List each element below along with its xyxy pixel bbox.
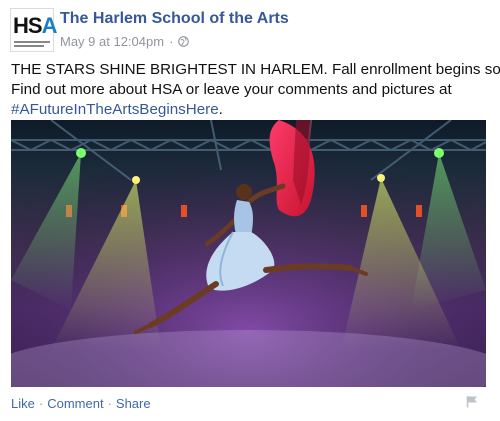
logo-tagline-line [14, 45, 44, 47]
globe-icon[interactable] [178, 36, 190, 47]
page-name-link[interactable]: The Harlem School of the Arts [60, 10, 289, 28]
facebook-post: HSA The Harlem School of the Arts May 9 … [0, 0, 500, 421]
hsa-logo: HSA [13, 13, 57, 38]
flag-icon[interactable] [466, 395, 478, 408]
post-timestamp[interactable]: May 9 at 12:04pm [60, 34, 164, 49]
post-line: #AFutureInTheArtsBeginsHere. [11, 100, 491, 120]
post-meta: May 9 at 12:04pm · [60, 34, 190, 49]
post-line: Find out more about HSA or leave your co… [11, 81, 452, 98]
post-actions: Like · Comment · Share [11, 396, 151, 411]
page-avatar[interactable]: HSA [10, 8, 57, 52]
hashtag-suffix: . [218, 101, 223, 118]
meta-separator: · [169, 34, 174, 49]
action-separator: · [38, 396, 44, 411]
action-separator: · [107, 396, 112, 411]
like-button[interactable]: Like [11, 396, 35, 411]
post-message: THE STARS SHINE BRIGHTEST IN HARLEM. Fal… [11, 60, 500, 120]
dancer-photo-illustration [11, 120, 486, 387]
post-line: THE STARS SHINE BRIGHTEST IN HARLEM. Fal… [11, 61, 500, 78]
hashtag-link[interactable]: #AFutureInTheArtsBeginsHere [11, 101, 219, 118]
comment-button[interactable]: Comment [47, 396, 103, 411]
logo-tagline-line [14, 41, 50, 43]
post-photo[interactable] [11, 120, 486, 387]
share-button[interactable]: Share [116, 396, 151, 411]
